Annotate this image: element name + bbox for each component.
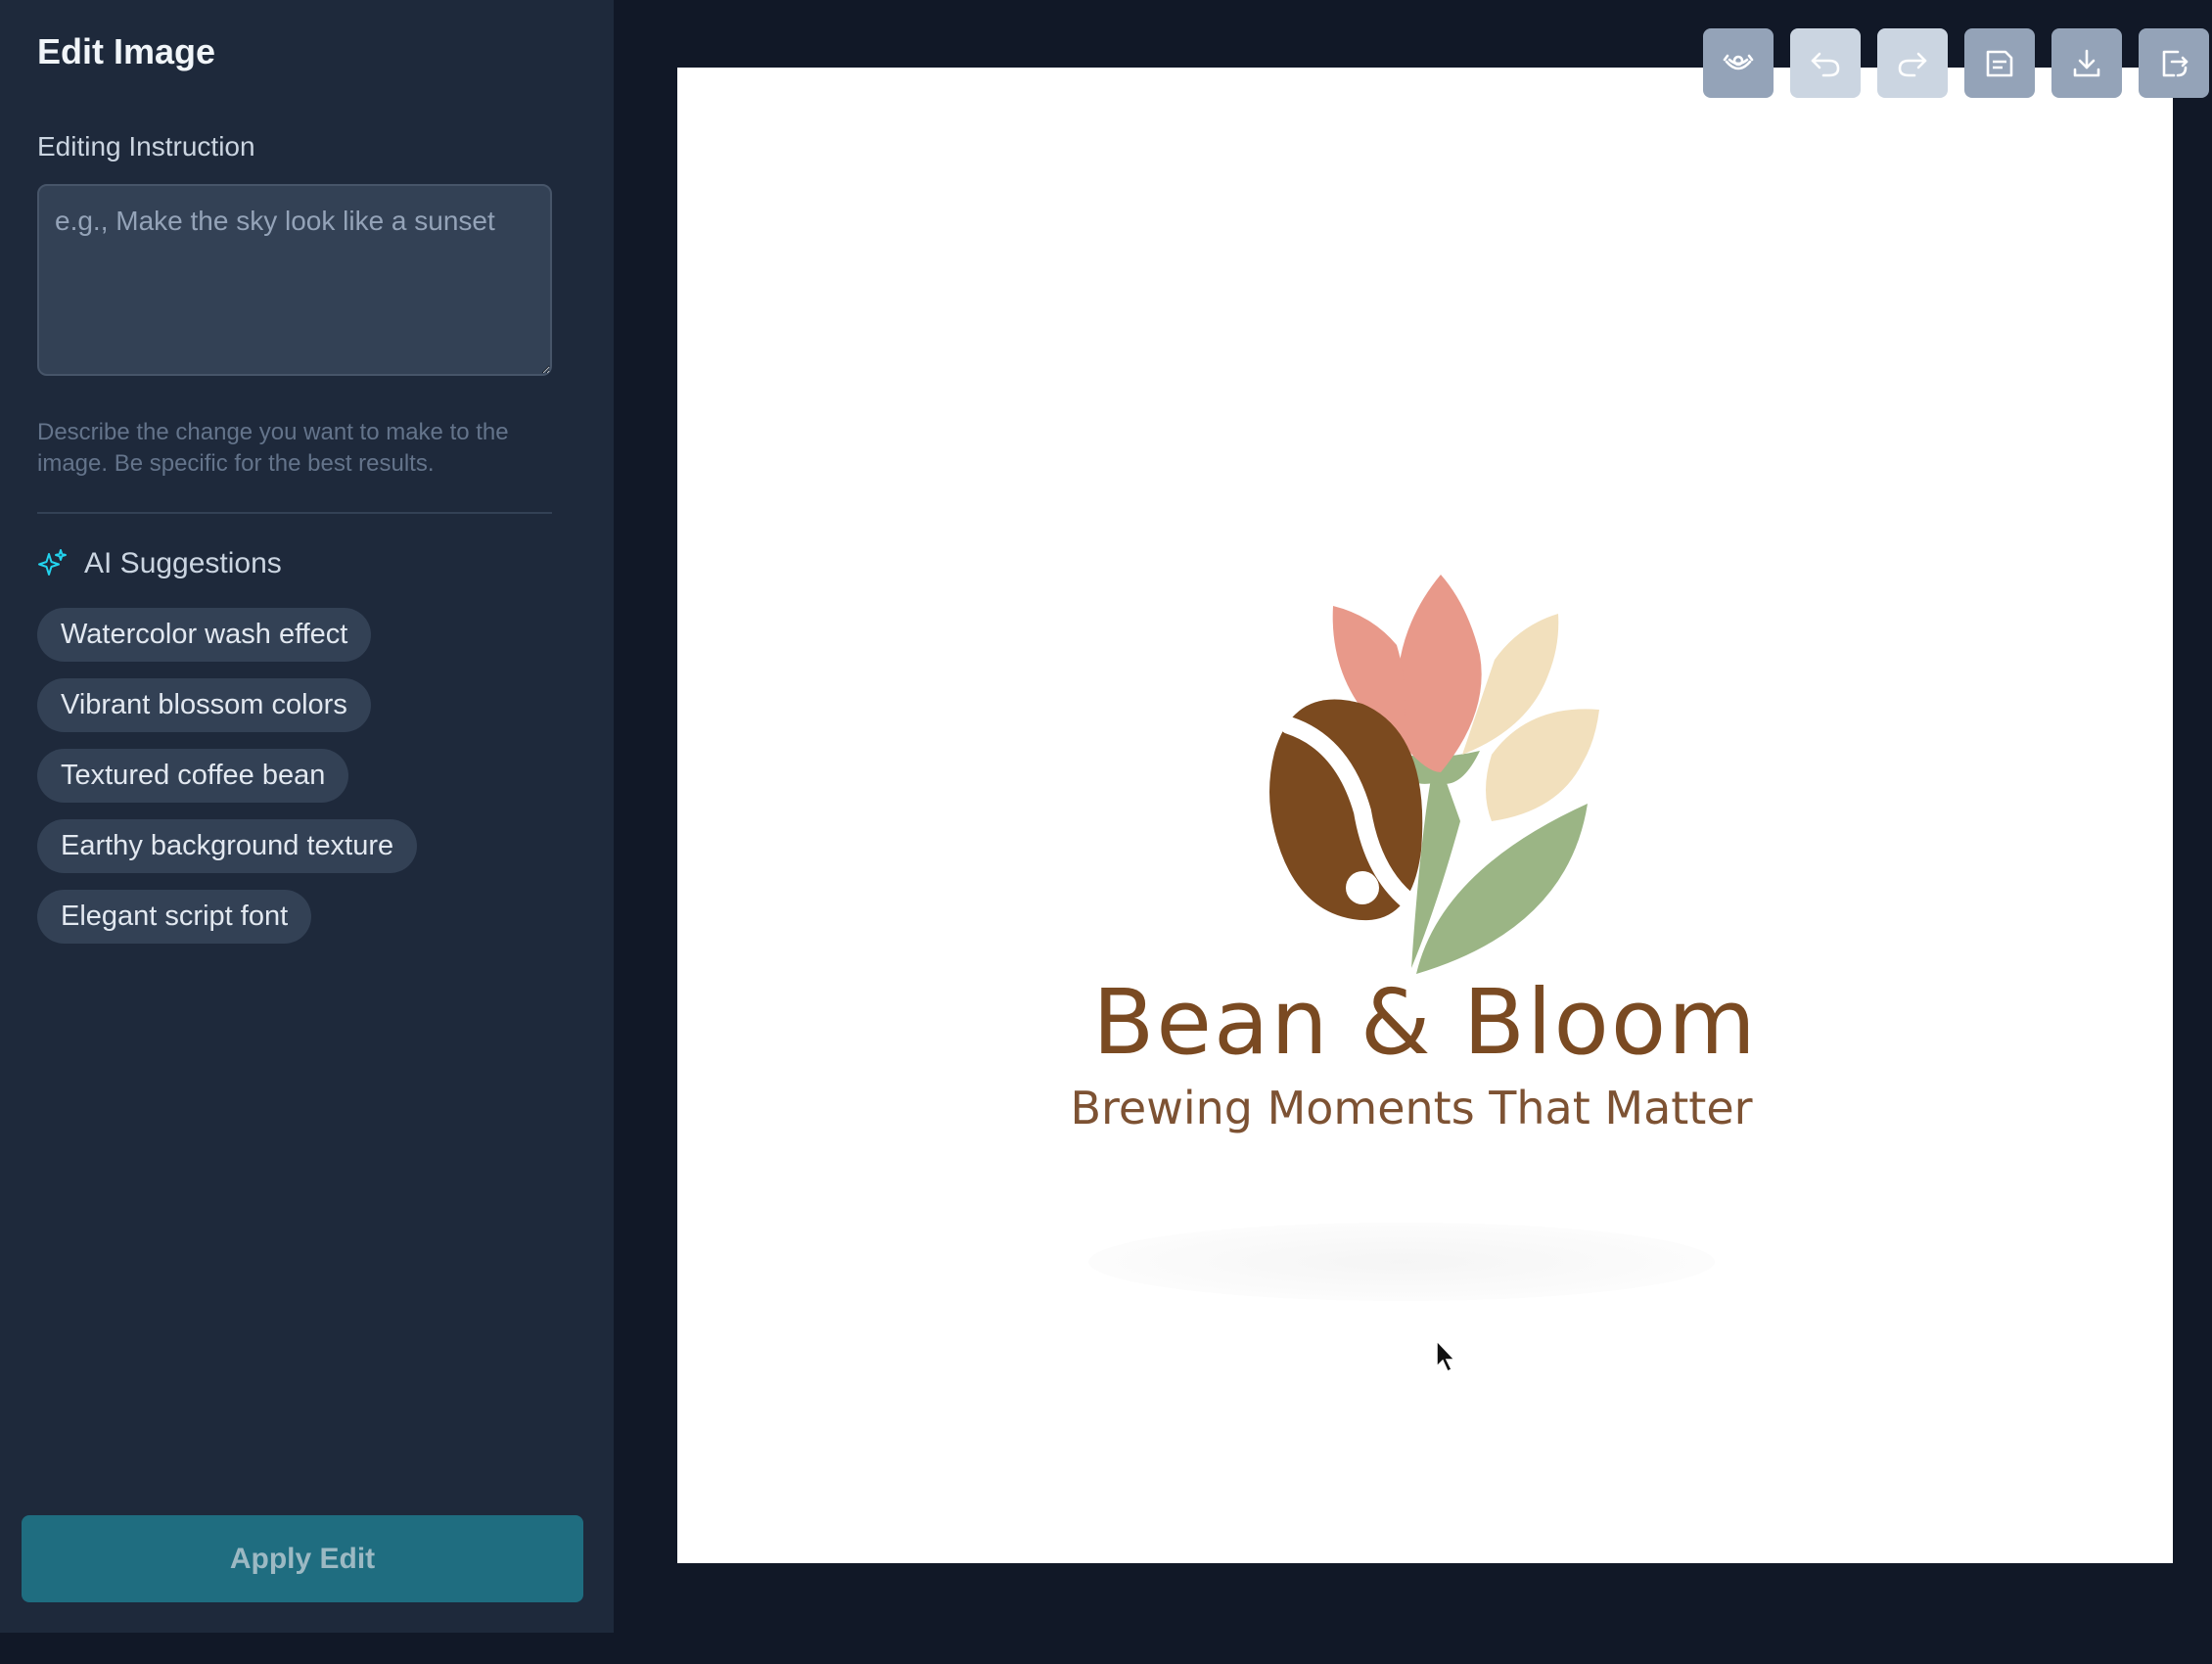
mouse-cursor-icon — [1436, 1339, 1456, 1373]
sparkle-icon — [38, 549, 67, 576]
redo-button[interactable] — [1877, 28, 1948, 98]
instruction-input[interactable] — [37, 184, 552, 376]
download-button[interactable] — [2051, 28, 2122, 98]
suggestion-chip[interactable]: Watercolor wash effect — [37, 608, 372, 662]
undo-button[interactable] — [1790, 28, 1861, 98]
image-canvas[interactable]: Bean & Bloom Brewing Moments That Matter — [677, 68, 2173, 1563]
divider — [37, 512, 552, 514]
suggestion-chip[interactable]: Earthy background texture — [37, 819, 418, 873]
compare-button[interactable] — [1703, 28, 1774, 98]
image-toolbar — [1703, 28, 2209, 98]
brand-tagline: Brewing Moments That Matter — [1070, 1082, 1753, 1134]
bean-and-bloom-logo — [1269, 575, 1599, 974]
apply-edit-button[interactable]: Apply Edit — [22, 1515, 583, 1602]
replace-image-button[interactable] — [2139, 28, 2209, 98]
brand-name: Bean & Bloom — [1092, 970, 1758, 1075]
suggestion-chip[interactable]: Vibrant blossom colors — [37, 678, 371, 732]
instruction-label: Editing Instruction — [37, 131, 255, 162]
ai-suggestions-heading: AI Suggestions — [37, 544, 282, 583]
image-shadow — [1088, 1223, 1715, 1301]
download-icon — [2073, 49, 2100, 76]
ai-suggestions-label: AI Suggestions — [84, 547, 282, 579]
undo-icon — [1811, 52, 1840, 76]
edit-sidebar: Edit Image Editing Instruction Describe … — [0, 0, 614, 1633]
compare-icon — [1723, 54, 1754, 69]
replace-icon — [2162, 50, 2189, 76]
save-button[interactable] — [1964, 28, 2035, 98]
suggestion-chip[interactable]: Elegant script font — [37, 890, 312, 944]
suggestion-chip[interactable]: Textured coffee bean — [37, 749, 349, 803]
instruction-help-text: Describe the change you want to make to … — [37, 419, 509, 477]
sidebar-title: Edit Image — [37, 31, 216, 71]
redo-icon — [1898, 52, 1927, 76]
suggestion-list: Watercolor wash effect Vibrant blossom c… — [37, 608, 418, 944]
save-icon — [1986, 50, 2013, 76]
